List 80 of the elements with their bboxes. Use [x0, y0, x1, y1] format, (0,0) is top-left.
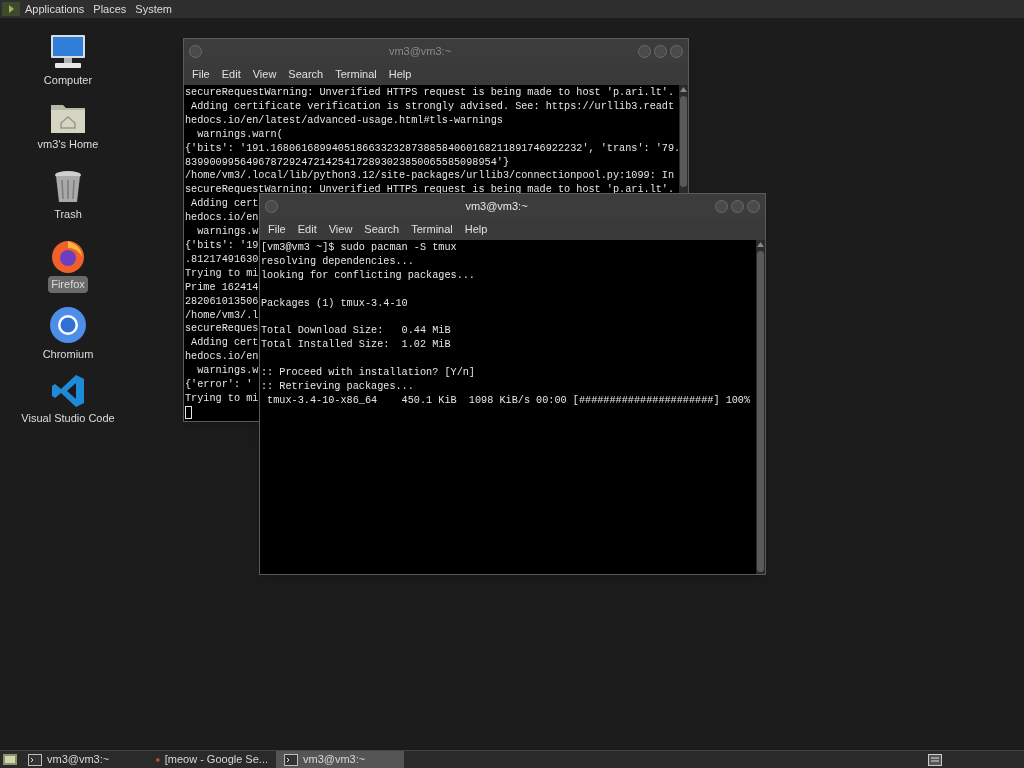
panel-menu[interactable]: System [131, 0, 177, 18]
terminal-line: 839900995649678729247214254172893023850065585098954'} [185, 155, 509, 170]
terminal-line: /home/vm3/.local/lib/python3.12/site-packages/urllib3/connectionpool.py:1099: In [185, 169, 675, 184]
desktop-icon-label[interactable]: Trash [51, 206, 85, 223]
minimize-button[interactable] [715, 199, 728, 213]
firefox-icon [50, 238, 86, 274]
terminal-line: Adding cert [190, 197, 259, 212]
trash-icon [53, 170, 83, 204]
terminal-line: Total Download Size: 0.44 MiB [261, 324, 451, 339]
terminal-line: warnings.w [196, 225, 259, 239]
terminal-line: {'error': ' [185, 378, 253, 392]
desktop-icon-label[interactable]: vm3's Home [34, 136, 102, 153]
menu-item[interactable]: Help [459, 220, 493, 238]
computer-icon [49, 34, 87, 70]
terminal-line: [vm3@vm3 ~]$ sudo pacman -S tmux [261, 241, 457, 255]
terminal-line: hedocs.io/en [185, 350, 259, 365]
menu-item[interactable]: View [247, 65, 282, 83]
terminal-line: hedocs.io/en [185, 211, 259, 226]
taskbar-button[interactable]: vm3@vm3:~ [276, 751, 404, 768]
panel-menu[interactable]: Applications [21, 0, 89, 18]
terminal-line: secureReques [185, 322, 259, 337]
code-editor-icon [51, 374, 85, 408]
menu-item[interactable]: Terminal [406, 220, 458, 238]
terminal-line: 282061013506 [185, 294, 259, 309]
scrollbar[interactable] [756, 240, 765, 574]
terminal-line: Prime 162414 [185, 280, 259, 295]
menu-item[interactable]: Search [359, 220, 405, 238]
terminal-line: warnings.warn( [196, 127, 283, 142]
scroll-up-arrow-icon [757, 242, 764, 247]
chromium-icon [49, 306, 87, 344]
taskbar-button[interactable]: vm3@vm3:~ [20, 751, 148, 768]
window-title: vm3@vm3:~ [387, 43, 453, 59]
terminal-icon [284, 753, 298, 766]
terminal-line: {'bits': '191.168061689940518663323287388584060168211891746922232', 'trans': '79. [185, 141, 679, 156]
terminal-line: Adding certificate verification is strongly advised. See: https://urllib3.readt [190, 99, 675, 114]
menu-item[interactable]: Help [383, 65, 417, 83]
desktop-icon-label[interactable]: Visual Studio Code [18, 410, 118, 427]
desktop-icon-label[interactable]: Computer [40, 72, 96, 89]
terminal-line: /home/vm3/.l [185, 308, 259, 323]
desktop-icon-label[interactable]: Firefox [48, 276, 88, 293]
close-button[interactable] [670, 44, 683, 58]
terminal-line: :: Retrieving packages... [261, 380, 414, 394]
maximize-button[interactable] [654, 44, 667, 58]
menu-item[interactable]: File [263, 220, 291, 238]
terminal-line: tmux-3.4-10-x86_64 450.1 KiB 1098 KiB/s 00:00 [######################] 100% [266, 393, 751, 408]
desktop-icon-label[interactable]: Chromium [39, 346, 97, 363]
terminal-line: secureRequestWarning: Unverified HTTPS request is being made to host 'p.ari.lt'. [185, 86, 675, 100]
window-menu-button[interactable] [189, 44, 202, 58]
play-icon [2, 2, 20, 16]
terminal-line: warnings.w [196, 364, 259, 379]
terminal-line: .81217491630 [185, 252, 259, 267]
menu-item[interactable]: Search [283, 65, 329, 83]
minimize-button[interactable] [638, 44, 651, 58]
menu-item[interactable]: File [187, 65, 215, 83]
terminal-line: Packages (1) tmux-3.4-10 [261, 296, 408, 311]
scroll-up-arrow-icon [680, 87, 687, 92]
menu-item[interactable]: Edit [292, 220, 322, 238]
show-desktop-icon[interactable] [2, 752, 18, 767]
terminal-line: Trying to mi [185, 266, 259, 281]
keyboard-icon[interactable] [928, 753, 942, 766]
window-title: vm3@vm3:~ [464, 198, 529, 214]
menu-item[interactable]: Edit [216, 65, 246, 83]
taskbar-button[interactable]: [meow - Google Se... [148, 751, 276, 768]
terminal-line: Total Installed Size: 1.02 MiB [261, 338, 451, 353]
window-menu-button[interactable] [265, 199, 278, 213]
terminal-line: Adding cert [190, 336, 259, 351]
maximize-button[interactable] [731, 199, 744, 213]
terminal-line: Trying to mi [185, 391, 259, 406]
home-folder-icon [50, 102, 86, 134]
close-button[interactable] [747, 199, 760, 213]
terminal-line: resolving dependencies... [261, 254, 414, 269]
scrollbar[interactable] [679, 85, 688, 189]
terminal-line: looking for conflicting packages... [261, 268, 475, 283]
terminal-line: hedocs.io/en/latest/advanced-usage.html#tls-warnings [185, 113, 503, 128]
terminal-line: :: Proceed with installation? [Y/n] [261, 366, 475, 380]
menu-item[interactable]: Terminal [330, 65, 382, 83]
terminal-line: {'bits': '19 [185, 238, 259, 253]
panel-menu[interactable]: Places [89, 0, 131, 18]
menu-item[interactable]: View [323, 220, 358, 238]
terminal-line: secureRequestWarning: Unverified HTTPS request is being made to host 'p.ari.lt'. [185, 183, 675, 198]
